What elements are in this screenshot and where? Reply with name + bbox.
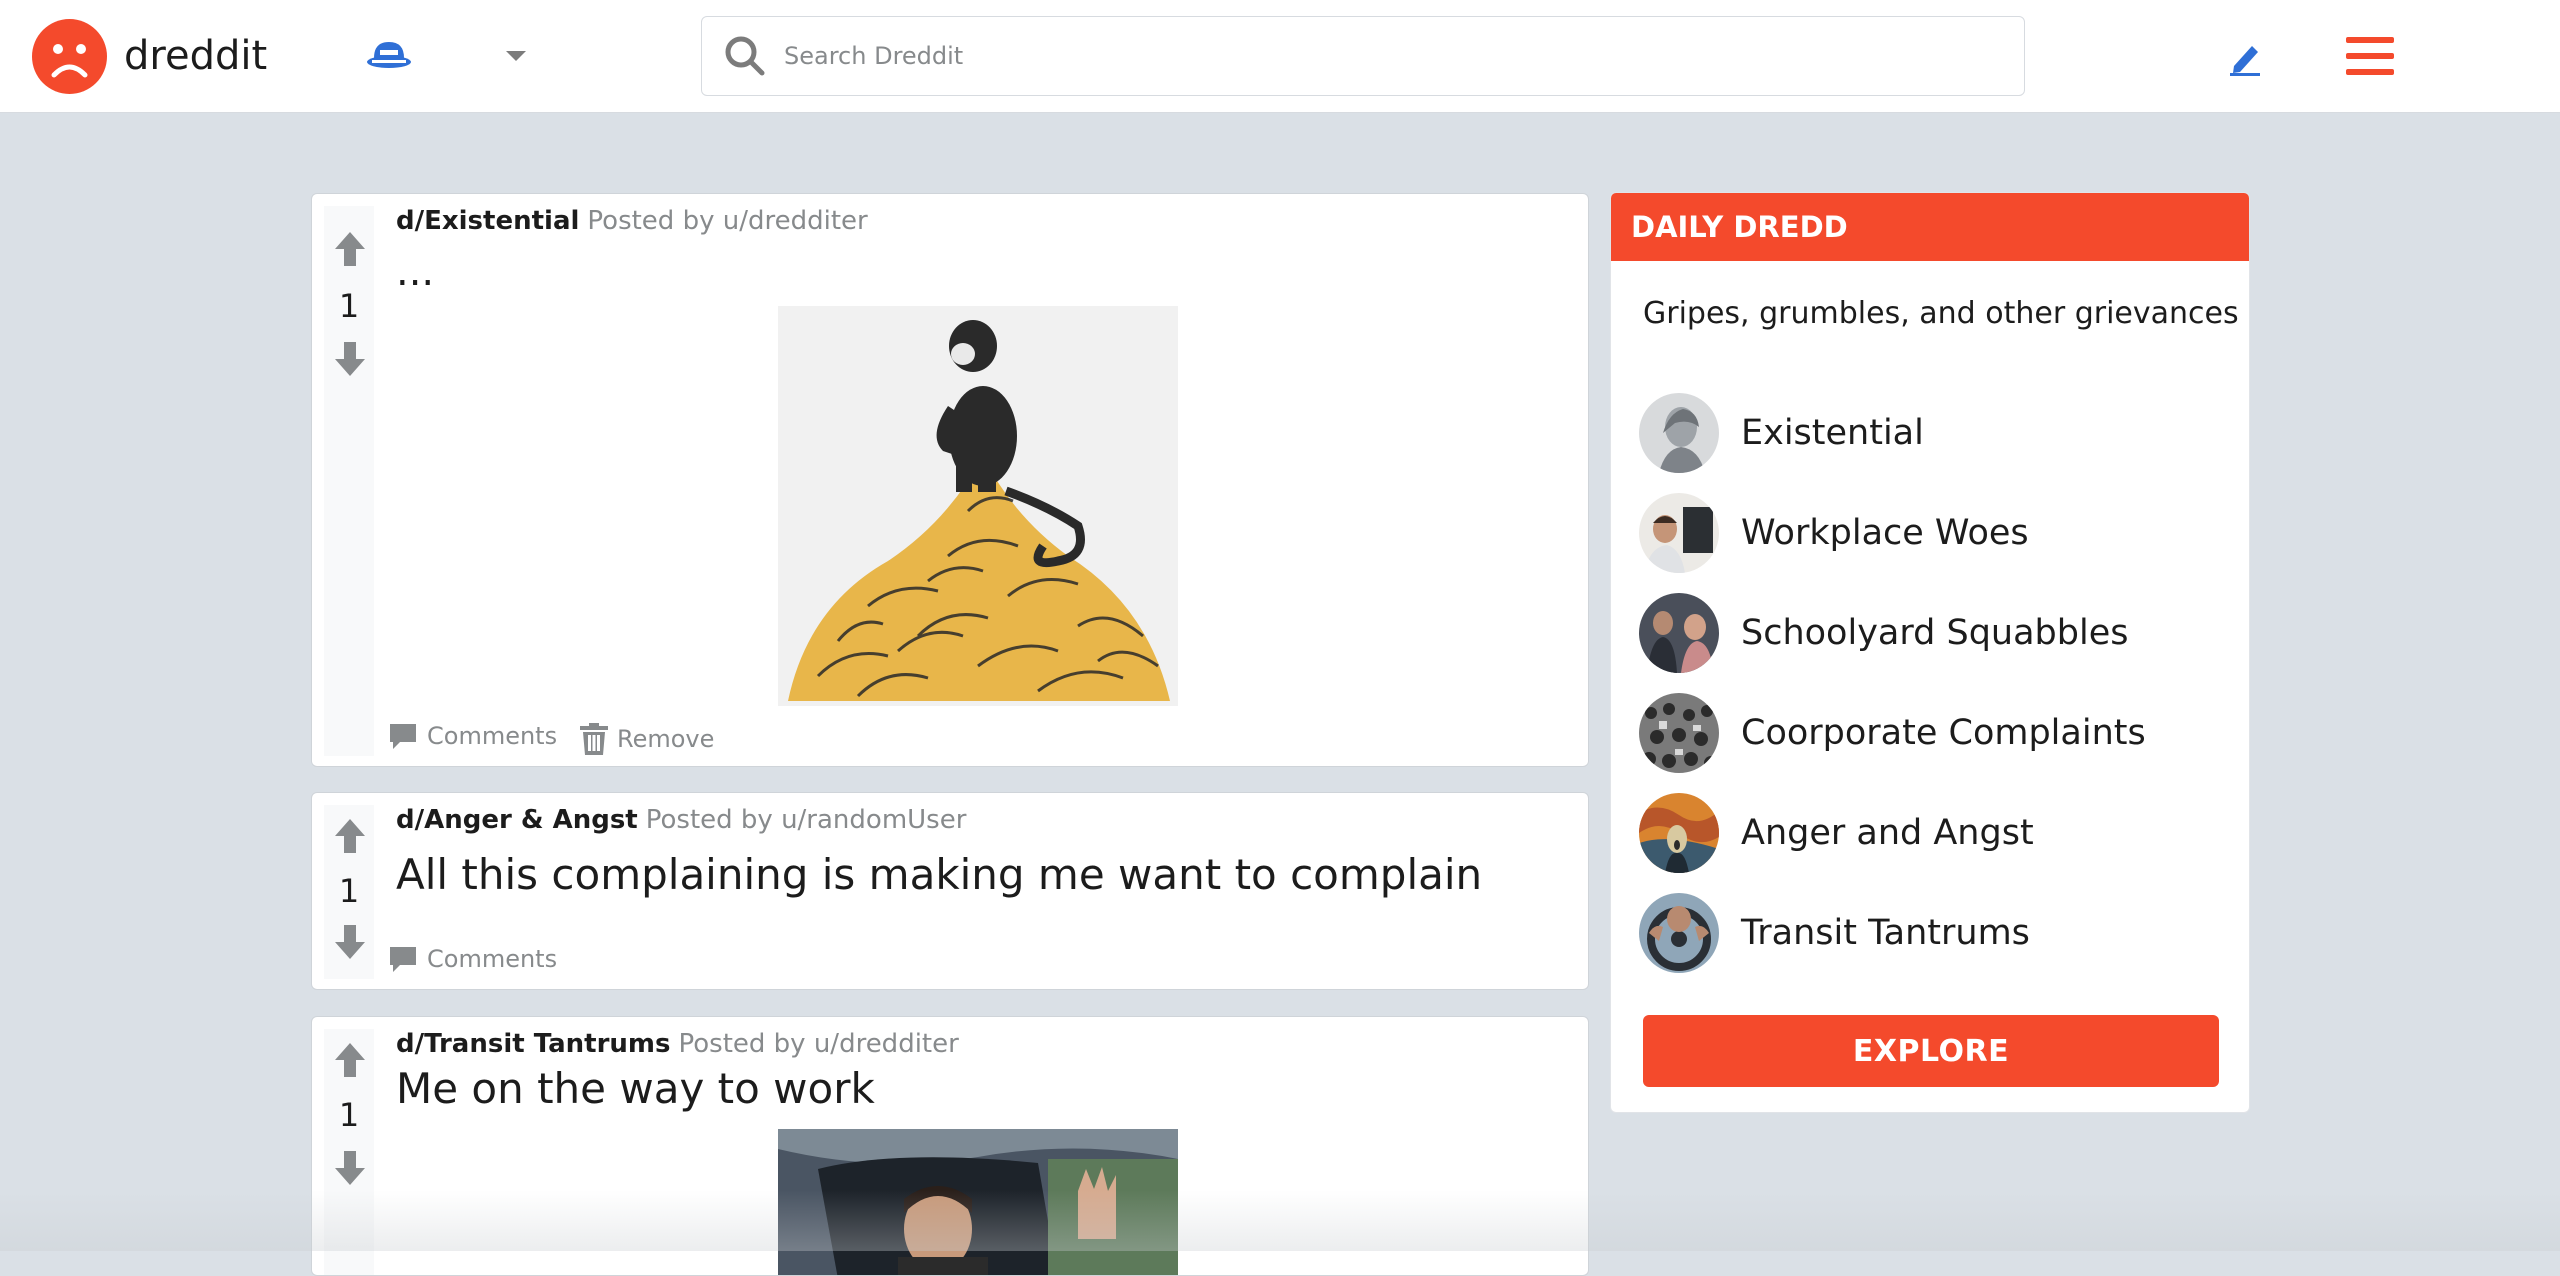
explore-button[interactable]: EXPLORE [1643,1015,2219,1087]
office-worker-thumbnail [1639,493,1719,573]
community-label: Existential [1741,413,1924,453]
community-link[interactable]: d/Existential [396,206,579,236]
posted-by-label: Posted by u/dredditer [678,1029,959,1059]
vote-column: 1 [324,206,374,756]
post-image-monkey-on-bananas[interactable] [778,306,1178,706]
post-title[interactable]: ... [396,250,434,294]
posted-by-label: Posted by u/dredditer [587,206,868,236]
trash-icon [580,723,608,755]
search-input[interactable] [784,31,2004,81]
upvote-arrow-icon[interactable] [335,232,365,266]
vote-score: 1 [338,287,360,325]
post-meta: d/Anger & Angst Posted by u/randomUser [396,803,966,837]
community-label: Transit Tantrums [1741,913,2030,953]
user-avatar-icon[interactable] [364,38,414,76]
statue-thumbnail [1639,393,1719,473]
community-item-transit-tantrums[interactable]: Transit Tantrums [1639,893,2219,973]
vote-column: 1 [324,1029,374,1275]
sidebar-tagline: Gripes, grumbles, and other grievances [1643,296,2239,331]
crowd-thumbnail [1639,693,1719,773]
downvote-arrow-icon[interactable] [335,925,365,959]
community-label: Anger and Angst [1741,813,2034,853]
comments-label: Comments [427,722,558,750]
steering-wheel-thumbnail [1639,893,1719,973]
community-item-anger-and-angst[interactable]: Anger and Angst [1639,793,2219,873]
post-meta: d/Existential Posted by u/dredditer [396,204,868,238]
vote-score: 1 [338,1096,360,1134]
comments-button[interactable]: Comments [388,718,557,754]
post-meta: d/Transit Tantrums Posted by u/dredditer [396,1027,959,1061]
comments-label: Comments [427,945,558,973]
chevron-down-icon[interactable] [503,47,529,65]
post-title[interactable]: All this complaining is making me want t… [396,849,1482,901]
upvote-arrow-icon[interactable] [335,819,365,853]
post-title[interactable]: Me on the way to work [396,1063,875,1115]
downvote-arrow-icon[interactable] [335,342,365,376]
vote-score: 1 [338,872,360,910]
posted-by-label: Posted by u/randomUser [645,805,967,835]
community-label: Coorporate Complaints [1741,713,2146,753]
post-image-angry-driver-in-car[interactable] [778,1129,1178,1275]
vote-column: 1 [324,805,374,979]
community-link[interactable]: d/Transit Tantrums [396,1029,671,1059]
sidebar-title: DAILY DREDD [1611,193,2249,261]
students-thumbnail [1639,593,1719,673]
community-item-coorporate-complaints[interactable]: Coorporate Complaints [1639,693,2219,773]
community-item-schoolyard-squabbles[interactable]: Schoolyard Squabbles [1639,593,2219,673]
author-link[interactable]: u/randomUser [781,805,966,835]
sad-face-logo-icon[interactable] [32,19,107,94]
community-item-workplace-woes[interactable]: Workplace Woes [1639,493,2219,573]
post-card: 1 d/Transit Tantrums Posted by u/dreddite… [311,1016,1589,1276]
author-link[interactable]: u/dredditer [814,1029,959,1059]
search-icon [724,35,766,77]
community-link[interactable]: d/Anger & Angst [396,805,638,835]
hamburger-menu-icon[interactable] [2346,35,2394,77]
community-label: Workplace Woes [1741,513,2029,553]
comment-icon [390,724,416,749]
app-name[interactable]: dreddit [124,30,267,82]
pencil-icon[interactable] [2228,40,2262,76]
comments-button[interactable]: Comments [388,941,557,977]
post-card: 1 d/Anger & Angst Posted by u/randomUser … [311,792,1589,990]
comment-icon [390,947,416,972]
top-nav-bar: dreddit [0,0,2560,113]
author-link[interactable]: u/dredditer [723,206,868,236]
remove-button[interactable]: Remove [580,721,714,757]
downvote-arrow-icon[interactable] [335,1151,365,1185]
search-bar[interactable] [701,16,2025,96]
community-item-existential[interactable]: Existential [1639,393,2219,473]
post-card: 1 d/Existential Posted by u/dredditer ... [311,193,1589,767]
daily-dredd-sidebar: DAILY DREDD Gripes, grumbles, and other … [1610,192,2250,1113]
upvote-arrow-icon[interactable] [335,1043,365,1077]
the-scream-thumbnail [1639,793,1719,873]
remove-label: Remove [617,725,715,753]
community-label: Schoolyard Squabbles [1741,613,2129,653]
